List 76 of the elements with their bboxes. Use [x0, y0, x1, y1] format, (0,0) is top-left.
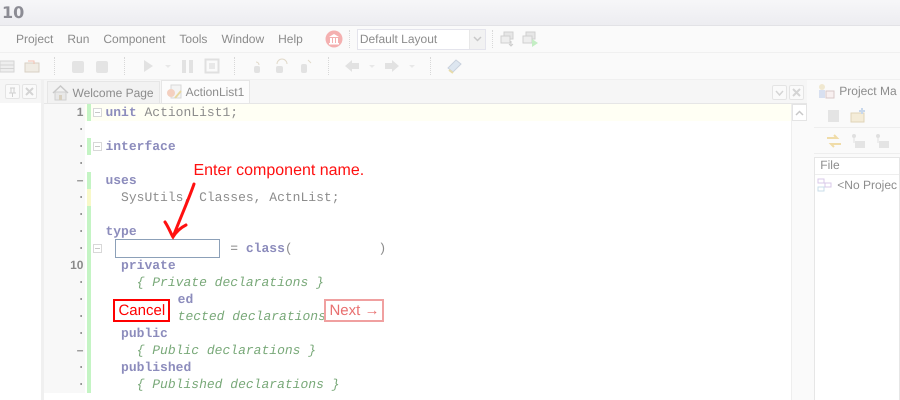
menu-item[interactable]: Component: [97, 30, 172, 48]
code-text: uses: [105, 173, 137, 188]
step-icon[interactable]: [298, 58, 314, 74]
swap-arrows-icon[interactable]: [826, 132, 842, 148]
code-text: published: [120, 360, 192, 375]
line-number: 10: [44, 257, 86, 274]
code-text: unit ActionList1;: [105, 105, 238, 120]
diagram-icon: [817, 178, 832, 192]
column-header[interactable]: File: [815, 158, 899, 175]
name-field[interactable]: [115, 239, 220, 258]
stop-icon[interactable]: [204, 58, 220, 74]
editor-tab[interactable]: Welcome Page: [47, 81, 160, 103]
hint-text: Enter component name.: [193, 162, 364, 180]
stacked-windows-icon[interactable]: [500, 31, 516, 47]
chevron-up-icon: [795, 110, 804, 116]
house-icon: [52, 84, 70, 100]
line-number: –: [44, 172, 86, 189]
code-text: public: [120, 326, 168, 341]
node-icon[interactable]: [874, 132, 890, 148]
panel-title: Project Ma: [839, 84, 897, 98]
cancel-button[interactable]: Cancel: [113, 299, 170, 322]
code-text: ed: [178, 292, 194, 307]
back-arrow-icon[interactable]: [344, 58, 360, 74]
line-number: ·: [44, 376, 86, 393]
node-icon[interactable]: [850, 132, 866, 148]
menu-item[interactable]: Tools: [173, 30, 214, 48]
line-number: ·: [44, 206, 86, 223]
editor-tab[interactable]: ActionList1: [160, 80, 250, 103]
tree-item-label[interactable]: <No Projec: [837, 178, 897, 192]
code-text: = class( ): [229, 241, 386, 256]
line-number: –: [44, 342, 86, 359]
pause-icon[interactable]: [180, 58, 196, 74]
folder-icon[interactable]: [24, 58, 40, 74]
line-number: ·: [44, 291, 86, 308]
line-number: ·: [44, 359, 86, 376]
columns-icon[interactable]: [324, 30, 343, 48]
line-number: ·: [44, 121, 86, 138]
pin-icon[interactable]: [5, 84, 20, 99]
line-number: ·: [44, 274, 86, 291]
code-text: type: [105, 224, 137, 239]
stacked-windows-play-icon[interactable]: [522, 31, 538, 47]
step-icon[interactable]: [274, 58, 290, 74]
close-icon[interactable]: [22, 84, 38, 99]
line-number: ·: [44, 308, 86, 325]
dropdown-icon[interactable]: [772, 85, 788, 100]
code-text: interface: [105, 139, 176, 154]
fold-icon[interactable]: [92, 108, 102, 117]
line-number: ·: [44, 189, 86, 206]
menu-item[interactable]: Project: [10, 30, 60, 48]
line-number: ·: [44, 223, 86, 240]
document-icon: [166, 84, 183, 100]
code-text: { Published declarations }: [136, 377, 340, 392]
line-number: ·: [44, 138, 86, 155]
layout-select[interactable]: Default Layout: [356, 28, 486, 50]
menu-item[interactable]: Window: [215, 30, 270, 48]
line-number: ·: [44, 240, 86, 257]
line-number: ·: [44, 325, 86, 342]
person-window-icon: [817, 83, 836, 99]
code-text: private: [120, 258, 176, 273]
line-number: 1: [44, 104, 86, 121]
close-icon[interactable]: [789, 85, 804, 100]
code-text: SysUtils, Classes, ActnList;: [120, 190, 340, 205]
line-number: ·: [44, 155, 86, 172]
scroll-up-button[interactable]: [792, 104, 808, 121]
drawers-icon[interactable]: [0, 58, 16, 74]
caret-icon: [472, 36, 482, 42]
menu-item[interactable]: Run: [61, 30, 96, 48]
code-text: { Public declarations }: [136, 343, 316, 358]
fold-icon[interactable]: [92, 244, 102, 253]
folder-plus-icon[interactable]: [850, 106, 866, 122]
code-text: { Private declarations }: [136, 275, 324, 290]
menu-item[interactable]: Help: [272, 30, 309, 48]
fold-icon[interactable]: [92, 142, 102, 151]
code-text: tected declarations: [178, 309, 326, 324]
window-title: 10: [2, 3, 24, 22]
forward-arrow-icon[interactable]: [384, 58, 400, 74]
